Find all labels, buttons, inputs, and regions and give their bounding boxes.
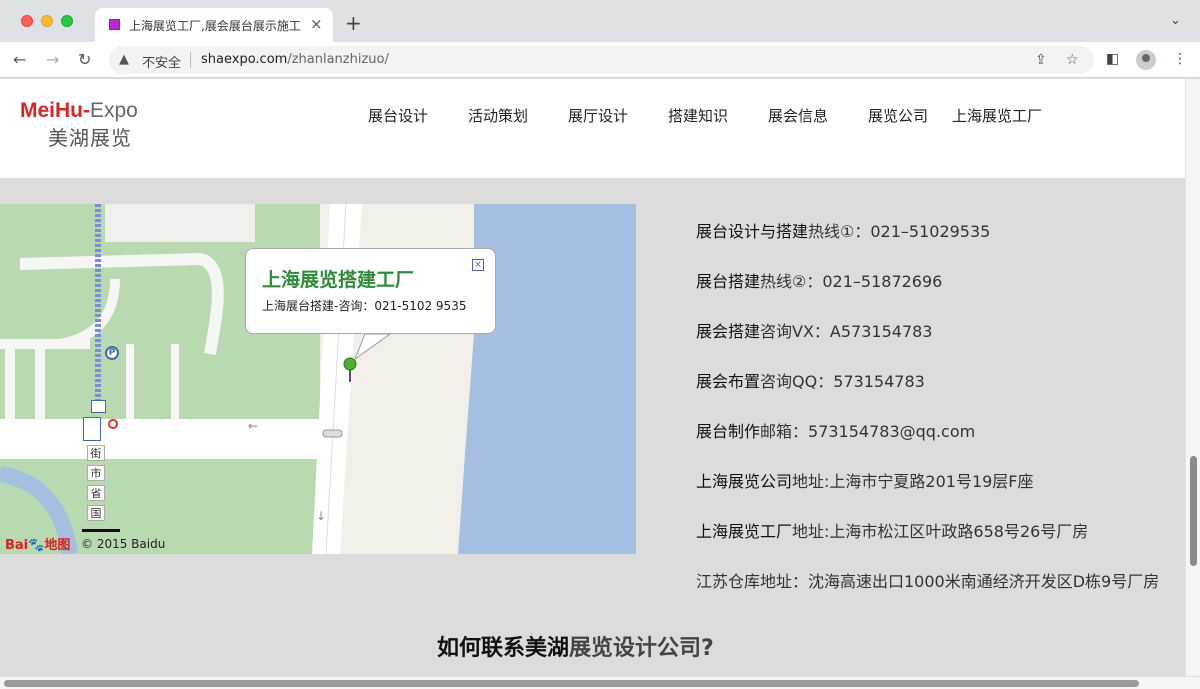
map-info-popup: 上海展览搭建工厂 上海展台搭建-咨询：021-5102 9535 × [245,248,496,334]
logo-cn[interactable]: 美湖展览 [48,122,132,151]
popup-close-icon[interactable]: × [472,259,484,271]
traffic-light [322,429,343,438]
contact-value: 热线①：021–51029535 [808,222,991,241]
contact-value: 咨询QQ：573154783 [760,372,925,391]
bookmark-star-icon[interactable]: ☆ [1066,52,1079,68]
section-heading-strong: 如何联系美湖 [437,636,570,661]
nav-item-expo-company[interactable]: 展览公司 [868,105,928,126]
road-shield-icon [83,417,101,441]
horizontal-scrollbar[interactable] [0,676,1200,689]
contact-value: 地址:上海市松江区叶政路658号26号厂房 [792,522,1089,541]
road-shield-icon [91,400,106,413]
side-panel-icon[interactable]: ◧ [1106,51,1119,67]
baidu-map[interactable]: ← ↓ P 街 市 省 国 上海展览搭建工厂 上海展台搭建-咨询：021-510… [0,204,636,554]
menu-kebab-icon[interactable]: ⋮ [1173,51,1187,67]
baidu-paw-icon: 🐾 [28,538,45,553]
map-scale-bar [82,529,120,532]
browser-tab-strip: 上海展览工厂,展会展台展示施工 × + ⌄ [0,0,1200,42]
contact-line-qq: 展会布置咨询QQ：573154783 [696,368,925,392]
contact-value: 热线②：021–51872696 [760,272,943,291]
nav-item-event-planning[interactable]: 活动策划 [468,105,528,126]
road-horizontal [0,419,340,459]
browser-toolbar: ← → ↻ ▲ 不安全 shaexpo.com/zhanlanzhizuo/ ⇪… [0,42,1200,78]
favicon-icon [109,19,120,30]
section-heading: 如何联系美湖展览设计公司? [437,630,714,662]
tab-close-icon[interactable]: × [310,15,323,33]
contact-label: 展会布置 [696,372,761,391]
nav-item-shanghai-factory[interactable]: 上海展览工厂 [952,105,1042,126]
contact-label: 展台制作 [696,422,761,441]
baidu-logo-map: 地图 [44,538,71,553]
contact-line-hotline-2: 展台搭建热线②：021–51872696 [696,268,942,292]
street-label: 省 [87,485,105,501]
popup-title: 上海展览搭建工厂 [262,269,415,291]
contact-line-wechat: 展会搭建咨询VX：A573154783 [696,318,933,342]
tab-search-chevron-icon[interactable]: ⌄ [1170,13,1181,28]
logo-en-red: MeiHu- [20,99,90,122]
site-header: MeiHu-Expo 美湖展览 展台设计 活动策划 展厅设计 搭建知识 展会信息… [0,79,1185,179]
contact-line-company-address: 上海展览公司地址:上海市宁夏路201号19层F座 [696,468,1034,492]
contact-line-factory-address: 上海展览工厂地址:上海市松江区叶政路658号26号厂房 [696,518,1088,542]
section-heading-light: 展览设计公司? [569,636,714,661]
browser-tab-active[interactable]: 上海展览工厂,展会展台展示施工 × [95,8,333,42]
contact-label: 展台设计与搭建 [696,222,809,241]
contact-value: 江苏仓库地址：沈海高速出口1000米南通经济开发区D栋9号厂房 [696,572,1160,591]
window-zoom-button[interactable] [61,15,73,27]
tab-title: 上海展览工厂,展会展台展示施工 [129,19,301,33]
site-logo[interactable]: MeiHu-Expo [20,99,138,123]
back-arrow-icon[interactable]: ← [13,50,26,69]
url-text[interactable]: shaexpo.com/zhanlanzhizuo/ [201,52,389,67]
nav-item-booth-design[interactable]: 展台设计 [368,105,428,126]
direction-arrow: ↓ [316,509,326,523]
contact-value: 地址:上海市宁夏路201号19层F座 [792,472,1034,491]
contact-label: 上海展览公司 [696,472,793,491]
url-path: /zhanlanzhizuo/ [287,52,389,67]
street-label: 市 [87,465,105,481]
baidu-logo-text: Bai [5,538,29,553]
forward-arrow-icon[interactable]: → [46,50,59,69]
new-tab-button[interactable]: + [345,11,362,35]
contact-section: ← ↓ P 街 市 省 国 上海展览搭建工厂 上海展台搭建-咨询：021-510… [0,180,1185,675]
logo-en-gray: Expo [90,99,138,122]
contact-value: 咨询VX：A573154783 [760,322,933,341]
nav-item-hall-design[interactable]: 展厅设计 [568,105,628,126]
vertical-scroll-thumb[interactable] [1190,456,1197,566]
profile-avatar-icon[interactable] [1136,50,1156,70]
contact-label: 展会搭建 [696,322,761,341]
street-label: 街 [87,445,105,461]
contact-line-warehouse-address: 江苏仓库地址：沈海高速出口1000米南通经济开发区D栋9号厂房 [696,568,1159,592]
baidu-logo[interactable]: Bai🐾地图 [5,534,70,553]
horizontal-scroll-thumb[interactable] [4,680,1139,687]
direction-arrow: ← [248,419,258,433]
nav-item-expo-info[interactable]: 展会信息 [768,105,828,126]
street-label: 国 [87,505,105,521]
warning-icon[interactable]: ▲ [119,52,129,67]
map-copyright: © 2015 Baidu [81,537,166,551]
metro-station-icon[interactable] [108,419,118,429]
window-minimize-button[interactable] [41,15,53,27]
contact-line-email: 展台制作邮箱：573154783@qq.com [696,418,975,442]
reload-icon[interactable]: ↻ [78,50,91,69]
address-bar[interactable]: ▲ 不安全 shaexpo.com/zhanlanzhizuo/ ⇪ ☆ [109,46,1094,74]
contact-value: 邮箱：573154783@qq.com [760,422,976,441]
url-host: shaexpo.com [201,52,288,67]
contact-label: 上海展览工厂 [696,522,793,541]
contact-label: 展台搭建 [696,272,761,291]
window-close-button[interactable] [21,15,33,27]
share-icon[interactable]: ⇪ [1035,52,1047,68]
omnibox-separator [190,52,191,68]
nav-item-build-knowledge[interactable]: 搭建知识 [668,105,728,126]
building-block [105,204,255,242]
popup-subtitle: 上海展台搭建-咨询：021-5102 9535 [262,299,467,313]
security-label[interactable]: 不安全 [142,52,181,71]
contact-line-hotline-1: 展台设计与搭建热线①：021–51029535 [696,218,990,242]
parking-icon[interactable]: P [105,346,119,360]
vertical-scrollbar[interactable] [1185,79,1200,676]
